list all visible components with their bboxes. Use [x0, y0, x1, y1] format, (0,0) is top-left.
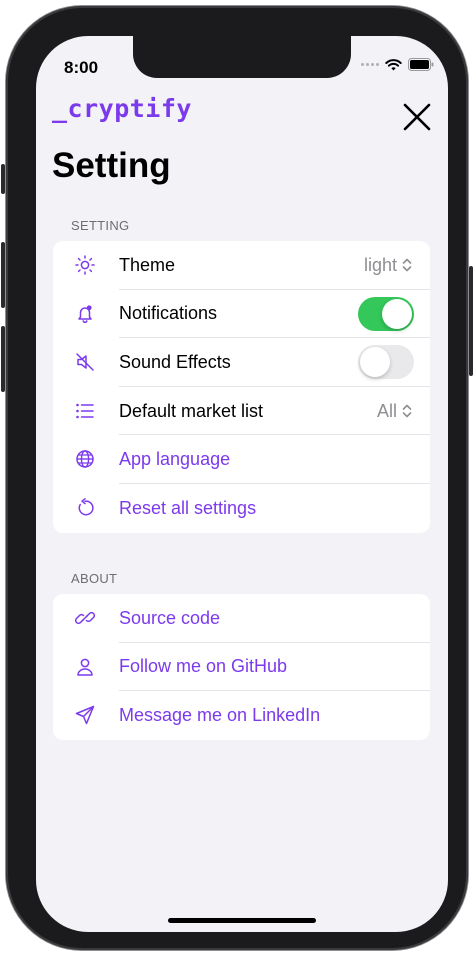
setting-label-sound-effects: Sound Effects: [119, 351, 231, 372]
setting-label-theme: Theme: [119, 254, 176, 275]
person-icon: [77, 658, 93, 676]
notch: [133, 36, 351, 78]
section-header-about: ABOUT: [71, 571, 118, 586]
wifi-icon: [385, 58, 402, 70]
screen: 8:00 _cryptify Setting SETTING Theme lig…: [36, 36, 448, 932]
setting-label-reset-all: Reset all settings: [119, 497, 257, 518]
close-icon[interactable]: [402, 102, 432, 132]
setting-row-notifications[interactable]: Notifications: [53, 290, 430, 339]
about-label-linkedin: Message me on LinkedIn: [119, 704, 321, 725]
bell-icon: [78, 304, 92, 323]
status-indicators: [361, 58, 434, 71]
speaker-muted-icon: [76, 353, 94, 371]
settings-card: Theme light Notifications Sound Effects …: [53, 241, 430, 533]
sound-effects-toggle[interactable]: [358, 345, 414, 380]
chevron-up-down-icon: [402, 404, 412, 418]
setting-row-default-market-list[interactable]: Default market list All: [53, 387, 430, 436]
setting-row-reset-all[interactable]: Reset all settings: [53, 484, 430, 533]
notifications-toggle[interactable]: [358, 296, 414, 331]
phone-frame: 8:00 _cryptify Setting SETTING Theme lig…: [1, 6, 473, 950]
market-list-picker-value: All: [376, 400, 397, 421]
toggle-knob: [360, 347, 390, 378]
send-icon: [75, 705, 95, 725]
volume-down-button: [1, 326, 5, 392]
status-time: 8:00: [64, 58, 99, 77]
theme-picker[interactable]: light: [364, 255, 412, 276]
about-row-github[interactable]: Follow me on GitHub: [53, 643, 430, 692]
market-list-picker[interactable]: All: [377, 401, 412, 422]
about-label-source-code: Source code: [119, 607, 221, 628]
setting-row-app-language[interactable]: App language: [53, 435, 430, 484]
home-indicator[interactable]: [168, 918, 316, 923]
globe-icon: [76, 450, 94, 469]
about-row-linkedin[interactable]: Message me on LinkedIn: [53, 691, 430, 740]
signal-icon: [361, 63, 379, 66]
toggle-knob: [382, 298, 412, 329]
app-logo: _cryptify: [52, 94, 192, 123]
sun-icon: [75, 255, 95, 275]
reset-icon: [78, 498, 94, 516]
setting-row-sound-effects[interactable]: Sound Effects: [53, 338, 430, 387]
setting-label-default-market-list: Default market list: [119, 400, 264, 421]
setting-label-app-language: App language: [119, 449, 231, 470]
theme-picker-value: light: [363, 254, 397, 275]
volume-up-button: [1, 242, 5, 308]
mute-switch: [1, 164, 5, 194]
list-icon: [76, 403, 94, 419]
about-row-source-code[interactable]: Source code: [53, 594, 430, 643]
about-label-github: Follow me on GitHub: [119, 656, 288, 677]
setting-row-theme[interactable]: Theme light: [53, 241, 430, 290]
page-title: Setting: [52, 146, 171, 185]
about-card: Source code Follow me on GitHub Message …: [53, 594, 430, 740]
power-button: [469, 266, 473, 376]
chevron-up-down-icon: [402, 258, 412, 272]
section-header-setting: SETTING: [71, 218, 130, 233]
battery-icon: [408, 58, 434, 71]
link-icon: [75, 611, 95, 625]
setting-label-notifications: Notifications: [119, 303, 218, 324]
